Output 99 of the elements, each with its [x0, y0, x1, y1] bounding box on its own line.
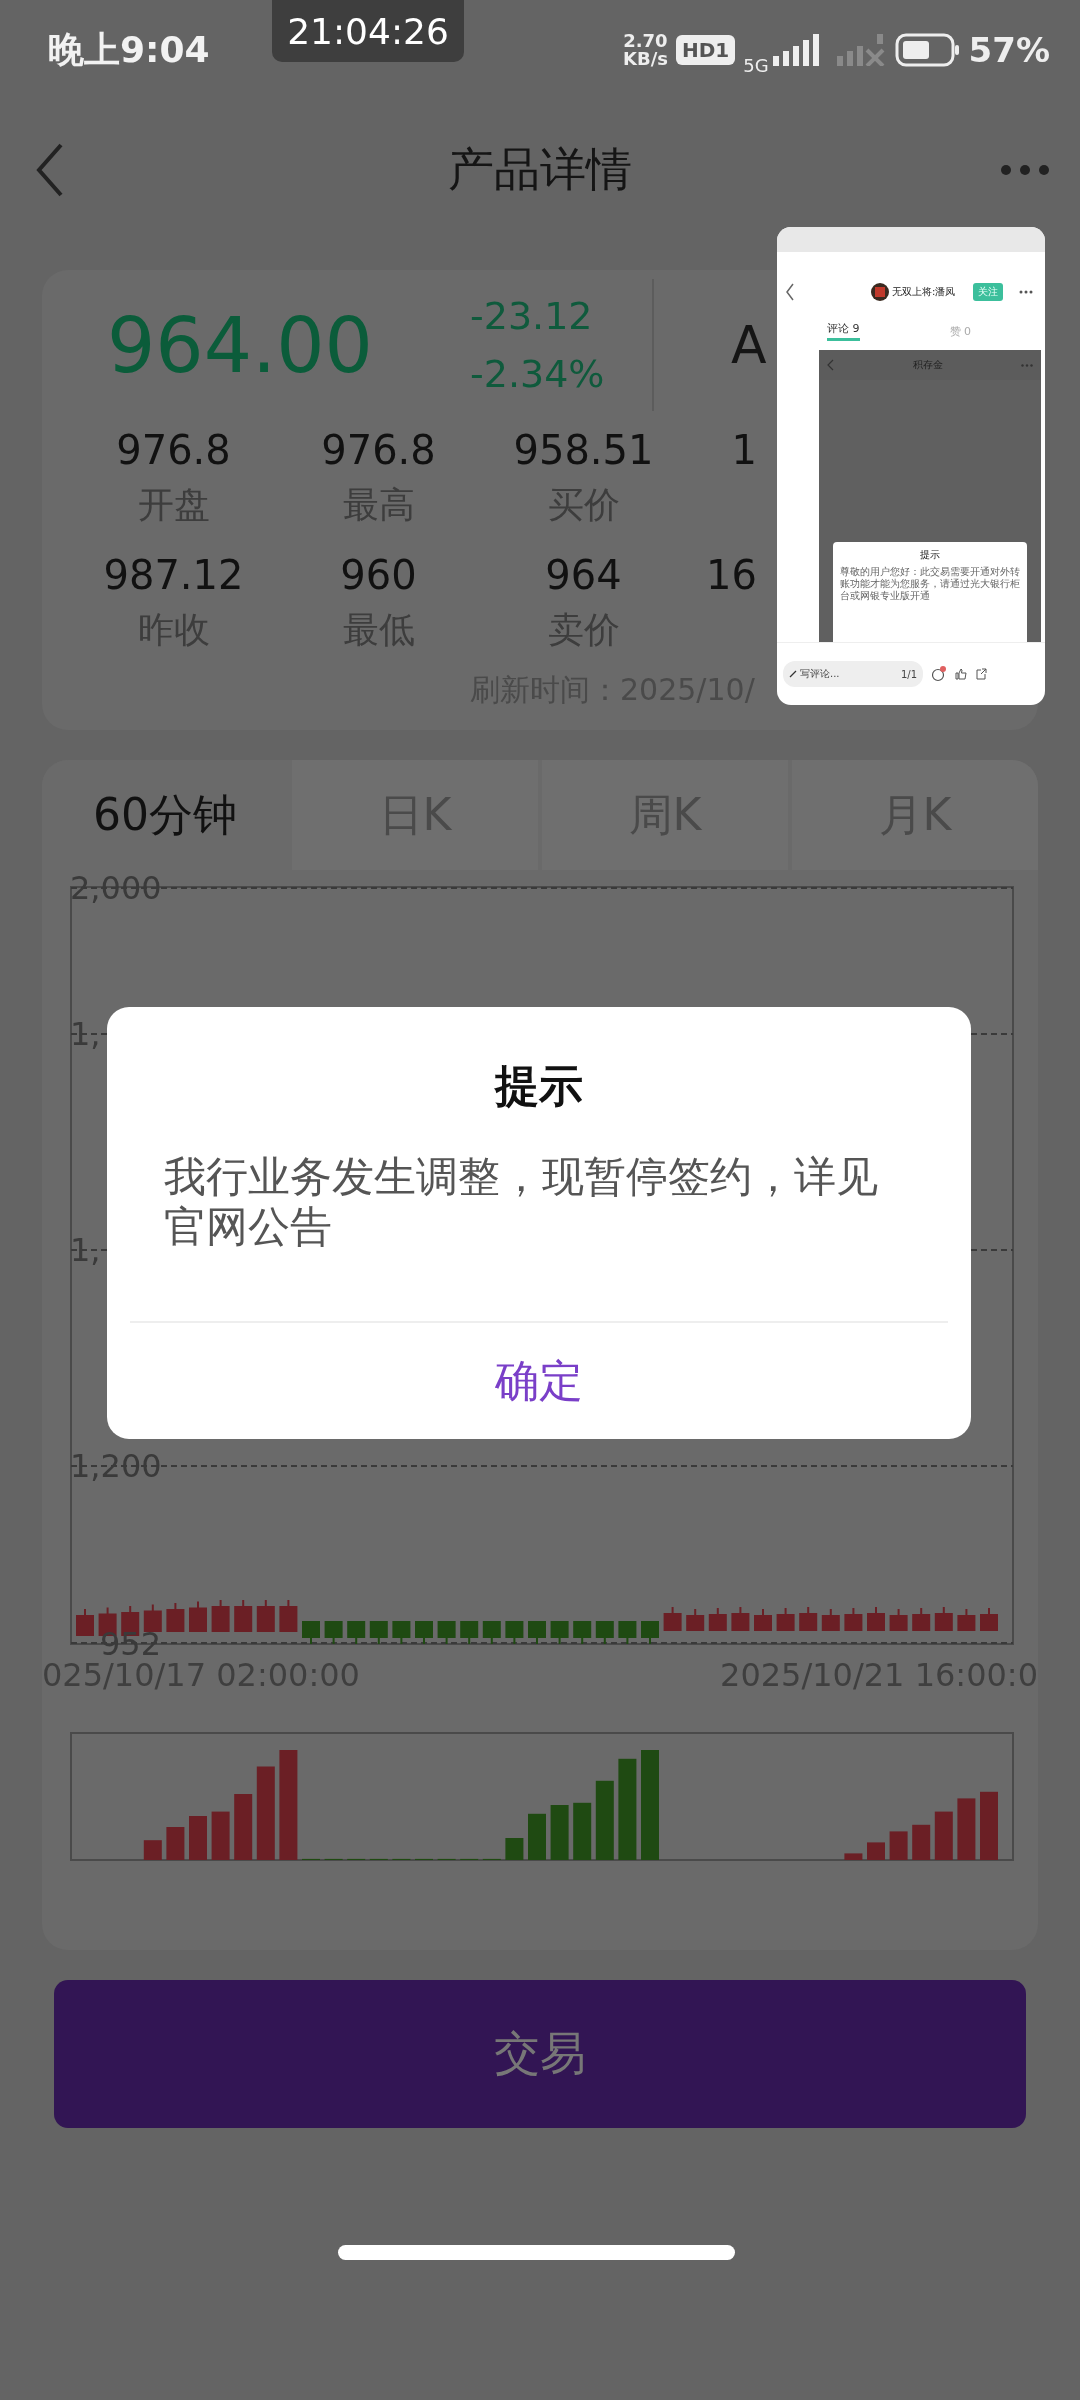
- volume-bar: [912, 1824, 931, 1860]
- avatar-icon: [871, 283, 889, 301]
- column-4-text: A: [731, 315, 767, 375]
- candle: [799, 1606, 818, 1632]
- network-type: 5G: [743, 54, 769, 76]
- back-icon: [827, 359, 834, 371]
- candle: [166, 1602, 185, 1633]
- volume-bar: [143, 1840, 162, 1860]
- volume-bar: [528, 1813, 546, 1860]
- price-change: -23.12: [470, 293, 594, 340]
- candle: [708, 1607, 727, 1632]
- candle: [347, 1620, 366, 1645]
- more-icon: [1019, 290, 1034, 294]
- price-change-percent: -2.34%: [470, 351, 606, 398]
- inner-dialog-message: 尊敬的用户您好：此交易需要开通对外转账功能才能为您服务，请通过光大银行柜台或网银专业版开通: [840, 566, 1020, 602]
- stat-value: 960: [340, 551, 417, 600]
- candle: [663, 1606, 682, 1632]
- candle: [641, 1620, 659, 1645]
- candle: [279, 1599, 298, 1633]
- clock-overlay: 21:04:26: [272, 0, 464, 62]
- tab-label: 赞 0: [949, 323, 971, 339]
- candle: [143, 1603, 162, 1633]
- stat-value: 1: [731, 426, 757, 475]
- candle: [460, 1620, 479, 1645]
- network-speed-unit: KB/s: [622, 50, 668, 68]
- comment-icon: [931, 666, 947, 682]
- candle: [76, 1608, 94, 1637]
- battery-level: 57%: [968, 30, 1050, 70]
- candle: [731, 1606, 750, 1632]
- candle: [528, 1620, 546, 1645]
- candle: [867, 1606, 885, 1632]
- candle: [776, 1607, 795, 1632]
- status-time: 晚上9:04: [48, 27, 210, 72]
- volume-bar: [573, 1802, 592, 1860]
- candle: [505, 1620, 524, 1645]
- candle: [302, 1620, 320, 1645]
- volume-bar: [957, 1798, 976, 1860]
- candle: [889, 1608, 908, 1632]
- stat-value: 976.8: [321, 426, 436, 475]
- candle: [189, 1600, 207, 1633]
- candle: [595, 1620, 614, 1645]
- candle: [934, 1606, 953, 1632]
- candle: [821, 1608, 840, 1632]
- candle: [324, 1620, 343, 1645]
- candle: [980, 1607, 998, 1632]
- candle: [482, 1620, 501, 1645]
- dialog-title: 提示: [495, 1059, 583, 1113]
- stat-value: 987.12: [103, 551, 244, 600]
- inner-dialog-title: 提示: [920, 548, 940, 562]
- volume-bar: [211, 1811, 230, 1860]
- comment-placeholder: 写评论...: [800, 667, 840, 681]
- volume-bar: [867, 1842, 885, 1860]
- candle: [618, 1620, 637, 1645]
- thumbs-up-icon: [955, 668, 967, 680]
- more-icon: [1021, 363, 1033, 367]
- follow-button: 关注: [973, 283, 1004, 301]
- battery-icon: [894, 33, 961, 67]
- network-speed: 2.70: [623, 32, 668, 50]
- volume-bar: [889, 1831, 908, 1860]
- volume-bar: [550, 1805, 569, 1860]
- no-signal-icon: [834, 34, 887, 66]
- hd-badge: HD1: [675, 35, 736, 65]
- page-title: 产品详情: [448, 141, 632, 198]
- volume-bar: [166, 1827, 185, 1860]
- candle: [957, 1608, 976, 1632]
- back-icon: [785, 283, 795, 301]
- stat-value: 964: [545, 551, 622, 600]
- candle: [369, 1620, 388, 1645]
- volume-bar: [934, 1811, 953, 1860]
- candle: [573, 1620, 592, 1645]
- candle: [550, 1620, 569, 1645]
- pencil-icon: [789, 670, 797, 678]
- back-icon[interactable]: [35, 142, 65, 198]
- candle: [415, 1620, 433, 1645]
- volume-bar: [505, 1838, 524, 1860]
- candle: [844, 1607, 863, 1632]
- tab-label: 评论 9: [827, 321, 860, 341]
- candle: [234, 1599, 253, 1633]
- volume-bar: [844, 1853, 863, 1860]
- dialog-message: 我行业务发生调整，现暂停签约，详见官网公告: [164, 1152, 879, 1252]
- volume-bar: [234, 1794, 253, 1860]
- candle: [437, 1620, 456, 1645]
- stat-value: 16: [706, 551, 757, 600]
- candle: [211, 1599, 230, 1633]
- candle: [912, 1607, 931, 1632]
- stat-value: 958.51: [513, 426, 654, 475]
- trade-button[interactable]: 交易: [54, 1980, 1026, 2128]
- user-name: 无双上将:潘凤: [892, 285, 956, 299]
- stat-value: 976.8: [116, 426, 231, 475]
- share-icon: [975, 668, 987, 680]
- volume-bar: [189, 1816, 207, 1860]
- candle: [256, 1599, 275, 1633]
- page-counter: 1/1: [900, 668, 917, 680]
- volume-bar: [980, 1791, 998, 1860]
- candle: [686, 1608, 705, 1632]
- current-price: 964.00: [107, 300, 374, 390]
- more-icon[interactable]: [1000, 164, 1050, 176]
- candle: [754, 1608, 772, 1632]
- candle: [392, 1620, 411, 1645]
